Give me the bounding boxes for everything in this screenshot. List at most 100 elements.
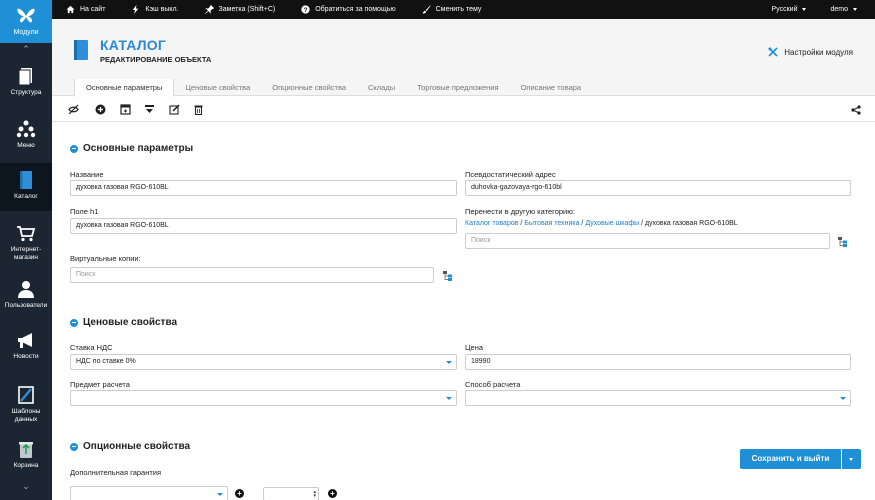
section-price-props[interactable]: Ценовые свойства [70,317,177,328]
tab-warehouses[interactable]: Склады [357,79,406,96]
add-quantity-icon[interactable]: + [328,489,337,498]
vat-select[interactable]: НДС по ставке 0% [70,354,457,370]
sidebar-item-structure[interactable]: Структура [0,62,52,100]
language-select[interactable]: Русский [772,6,807,13]
theme-label: Сменить тему [435,6,482,13]
chevron-down-icon [840,397,846,400]
save-and-exit-button[interactable]: Сохранить и выйти [740,449,841,469]
cache-toggle[interactable]: Кэш выкл. [131,5,179,14]
tools-icon [768,47,778,57]
tab-trade-offers[interactable]: Торговые предложения [406,79,509,96]
virtual-copies-search[interactable]: Поиск [70,267,434,283]
section-title: Ценовые свойства [83,317,178,328]
tree-select-icon[interactable] [443,271,453,281]
method-select[interactable] [465,390,851,406]
modules-button[interactable]: Модули [0,0,52,43]
tab-option-props[interactable]: Опционные свойства [261,79,357,96]
collapse-icon [70,318,78,327]
breadcrumb-link[interactable]: Бытовая техника [524,220,579,227]
module-settings-link[interactable]: Настройки модуля [768,47,853,57]
breadcrumb-link[interactable]: Каталог товаров [465,220,518,227]
sidebar-item-label: Каталог [14,193,38,200]
tab-main-params[interactable]: Основные параметры [74,79,175,97]
chevron-down-icon [849,458,853,461]
to-site-link[interactable]: На сайт [66,5,105,14]
chevron-down-icon [853,8,857,11]
trash-icon [19,442,33,458]
open-page-icon[interactable] [120,104,131,115]
chevron-down-icon [802,8,807,11]
breadcrumb: Каталог товаров / Бытовая техника / Духо… [465,220,738,227]
help-label: Обратиться за помощью [315,6,396,13]
lightning-icon [131,5,140,14]
chevron-down-icon [446,361,452,364]
tab-description[interactable]: Описание товара [510,79,593,96]
language-label: Русский [771,6,798,13]
breadcrumb-link[interactable]: Духовые шкафы [585,220,639,227]
sidebar-item-label: Структура [10,89,42,96]
sidebar-item-trash[interactable]: Корзина [0,435,52,475]
name-field[interactable]: духовка газовая RGO-610BL [70,180,457,196]
help-button[interactable]: ? Обратиться за помощью [301,5,396,14]
news-icon [18,333,32,348]
scroll-up-icon[interactable]: ⌃ [0,43,52,55]
virtual-copies-label: Виртуальные копии: [70,254,141,263]
collapse-icon [70,144,78,153]
share-icon[interactable] [851,105,861,115]
note-button[interactable]: Заметка (Shift+C) [204,4,275,14]
collapse-icon [70,442,78,451]
sidebar-item-templates[interactable]: Шаблоны данных [0,381,52,425]
price-label: Цена [465,343,484,352]
brush-icon [422,5,431,14]
h1-field[interactable]: духовка газовая RGO-610BL [70,218,457,234]
page-header: КАТАЛОГ РЕДАКТИРОВАНИЕ ОБЪЕКТА Настройки… [52,19,875,79]
visibility-toggle-icon[interactable] [68,104,79,115]
tree-select-icon[interactable] [838,237,848,247]
tab-bar: Основные параметры Ценовые свойства Опци… [52,79,875,97]
templates-icon [18,386,34,404]
warranty-select[interactable] [70,486,228,500]
sidebar-item-menu[interactable]: Меню [0,114,52,154]
user-menu[interactable]: demo [830,6,857,13]
sidebar-item-label: Новости [13,353,39,360]
save-options-dropdown[interactable] [842,449,861,469]
scroll-down-icon[interactable]: ⌄ [0,480,52,492]
chevron-down-icon [217,493,223,496]
users-icon [18,281,34,298]
edit-icon[interactable] [169,104,180,115]
theme-button[interactable]: Сменить тему [422,5,482,14]
name-label: Название [70,170,104,179]
module-settings-label: Настройки модуля [784,47,853,57]
vat-select-value: НДС по ставке 0% [76,358,136,365]
download-icon[interactable] [144,104,155,115]
add-circle-icon[interactable] [95,104,106,115]
sidebar-item-catalog[interactable]: Каталог [0,163,52,211]
butterfly-icon [17,8,35,23]
warranty-quantity-stepper[interactable]: ▴ ▾ [263,487,319,500]
structure-icon [18,68,32,86]
add-option-icon[interactable]: + [235,489,244,498]
section-title: Основные параметры [83,143,194,154]
sidebar-item-label: Меню [17,142,35,149]
menu-icon [16,120,36,138]
subject-select[interactable] [70,390,457,406]
delete-icon[interactable] [193,104,204,115]
sidebar-item-label: Интернет-магазин [10,246,42,261]
warranty-label: Дополнительная гарантия [70,468,162,477]
svg-text:?: ? [304,7,308,14]
section-title: Опционные свойства [83,441,191,452]
sidebar-item-news[interactable]: Новости [0,326,52,366]
subject-label: Предмет расчета [70,380,130,389]
catalog-book-icon [74,40,88,60]
sidebar-item-users[interactable]: Пользователи [0,275,52,313]
alias-field[interactable]: duhovka-gazovaya-rgo-610bl [465,180,851,196]
section-main-params[interactable]: Основные параметры [70,143,193,154]
shop-icon [17,226,36,242]
sidebar-item-shop[interactable]: Интернет-магазин [0,219,52,267]
tab-price-props[interactable]: Ценовые свойства [174,79,261,96]
price-field[interactable]: 18990 [465,354,851,370]
chevron-down-icon [446,397,452,400]
move-category-search[interactable]: Поиск [465,233,830,249]
section-option-props[interactable]: Опционные свойства [70,441,190,452]
toolbar [52,97,875,122]
